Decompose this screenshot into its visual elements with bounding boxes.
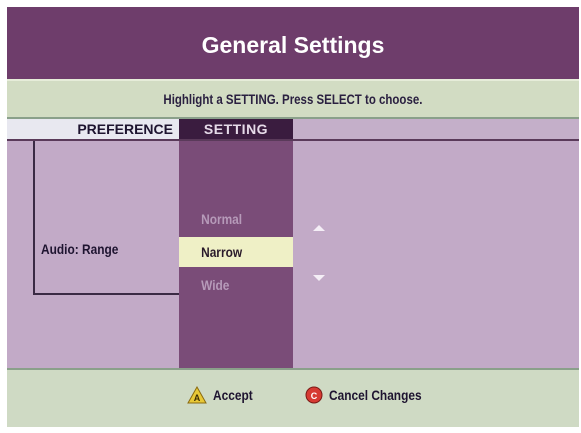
title-bar: General Settings <box>7 7 579 79</box>
setting-header-label: SETTING <box>203 121 269 137</box>
arrow-down-icon[interactable] <box>313 275 325 281</box>
c-circle-icon: C <box>305 386 323 404</box>
settings-screen: General Settings Highlight a SETTING. Pr… <box>7 7 579 427</box>
instruction-text: Highlight a SETTING. Press SELECT to cho… <box>163 91 423 107</box>
column-header-row: PREFERENCE SETTING <box>7 119 579 139</box>
option-narrow-label: Narrow <box>201 244 243 260</box>
svg-text:A: A <box>194 393 201 403</box>
header-filler <box>293 119 579 139</box>
cancel-changes-label: Cancel Changes <box>329 387 422 403</box>
setting-column-header: SETTING <box>179 119 293 139</box>
preference-header-label: PREFERENCE <box>77 121 173 137</box>
option-normal[interactable]: Normal <box>179 204 293 234</box>
instruction-bar: Highlight a SETTING. Press SELECT to cho… <box>7 79 579 119</box>
option-normal-label: Normal <box>201 211 243 227</box>
arrow-up-icon[interactable] <box>313 225 325 231</box>
option-wide[interactable]: Wide <box>179 270 293 300</box>
option-narrow-selected[interactable]: Narrow <box>179 237 293 267</box>
cancel-changes-button[interactable]: C Cancel Changes <box>305 386 438 404</box>
a-triangle-icon: A <box>187 386 207 404</box>
accept-label: Accept <box>213 387 253 403</box>
footer-bar: A Accept C Cancel Changes <box>7 368 579 427</box>
option-wide-label: Wide <box>201 277 230 293</box>
preference-column-header: PREFERENCE <box>7 119 179 139</box>
preference-bracket-horizontal <box>33 293 179 295</box>
preference-bracket-vertical <box>33 141 35 295</box>
accept-button[interactable]: A Accept <box>187 386 260 404</box>
header-divider <box>7 139 579 141</box>
preference-label: Audio: Range <box>41 241 119 257</box>
svg-text:C: C <box>311 391 318 401</box>
page-title: General Settings <box>201 31 385 58</box>
